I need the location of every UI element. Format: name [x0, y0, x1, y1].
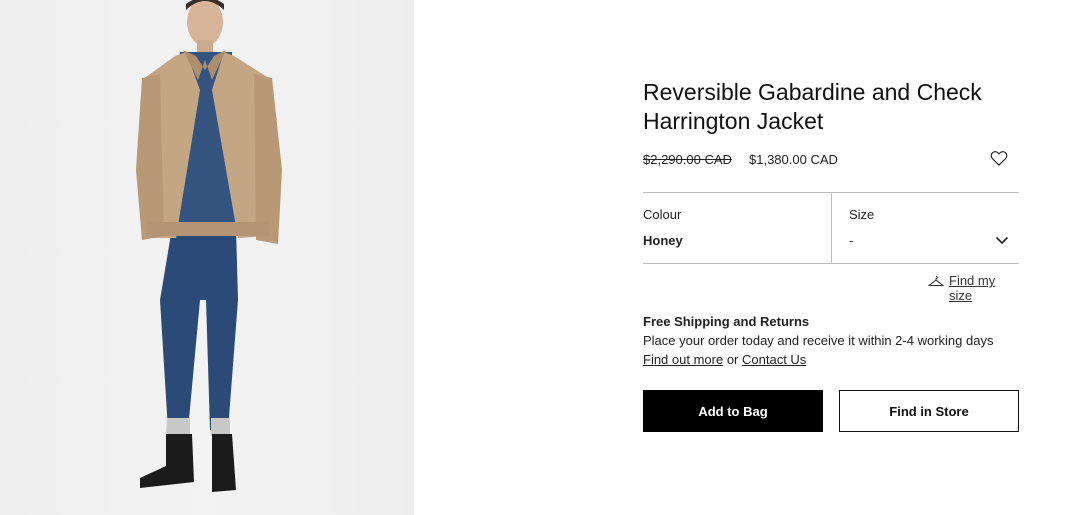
- product-image[interactable]: [0, 0, 414, 515]
- contact-us-link[interactable]: Contact Us: [742, 352, 806, 367]
- shipping-body: Place your order today and receive it wi…: [643, 333, 994, 348]
- shipping-links: Find out more or Contact Us: [643, 350, 1019, 369]
- find-my-size-text: Find my size: [949, 273, 996, 303]
- original-price: $2,290.00 CAD: [643, 152, 732, 167]
- find-my-size-link[interactable]: Find my size: [928, 272, 1019, 303]
- product-title: Reversible Gabardine and Check Harringto…: [643, 78, 1019, 136]
- model-illustration: [136, 0, 282, 492]
- chevron-down-icon: [995, 233, 1009, 247]
- price-row: $2,290.00 CAD $1,380.00 CAD: [643, 151, 1019, 170]
- size-dropdown[interactable]: Size -: [832, 193, 1019, 263]
- hanger-icon: [928, 275, 944, 287]
- variant-selector: Colour Honey Size -: [643, 192, 1019, 264]
- colour-label: Colour: [643, 207, 682, 222]
- size-value: -: [849, 233, 854, 248]
- add-to-bag-button[interactable]: Add to Bag: [643, 390, 823, 432]
- shipping-connector: or: [723, 352, 742, 367]
- product-page: Reversible Gabardine and Check Harringto…: [0, 0, 1080, 515]
- shipping-info: Free Shipping and Returns Place your ord…: [643, 312, 1019, 369]
- shipping-title: Free Shipping and Returns: [643, 314, 810, 329]
- sale-price: $1,380.00 CAD: [749, 152, 838, 167]
- colour-selector[interactable]: Colour Honey: [643, 193, 832, 263]
- heart-icon[interactable]: [989, 148, 1009, 168]
- colour-value: Honey: [643, 233, 683, 248]
- find-in-store-button[interactable]: Find in Store: [839, 390, 1019, 432]
- find-out-more-link[interactable]: Find out more: [643, 352, 723, 367]
- product-title-line1: Reversible Gabardine and Check: [643, 79, 982, 105]
- product-title-line2: Harrington Jacket: [643, 108, 824, 134]
- size-label: Size: [849, 207, 875, 222]
